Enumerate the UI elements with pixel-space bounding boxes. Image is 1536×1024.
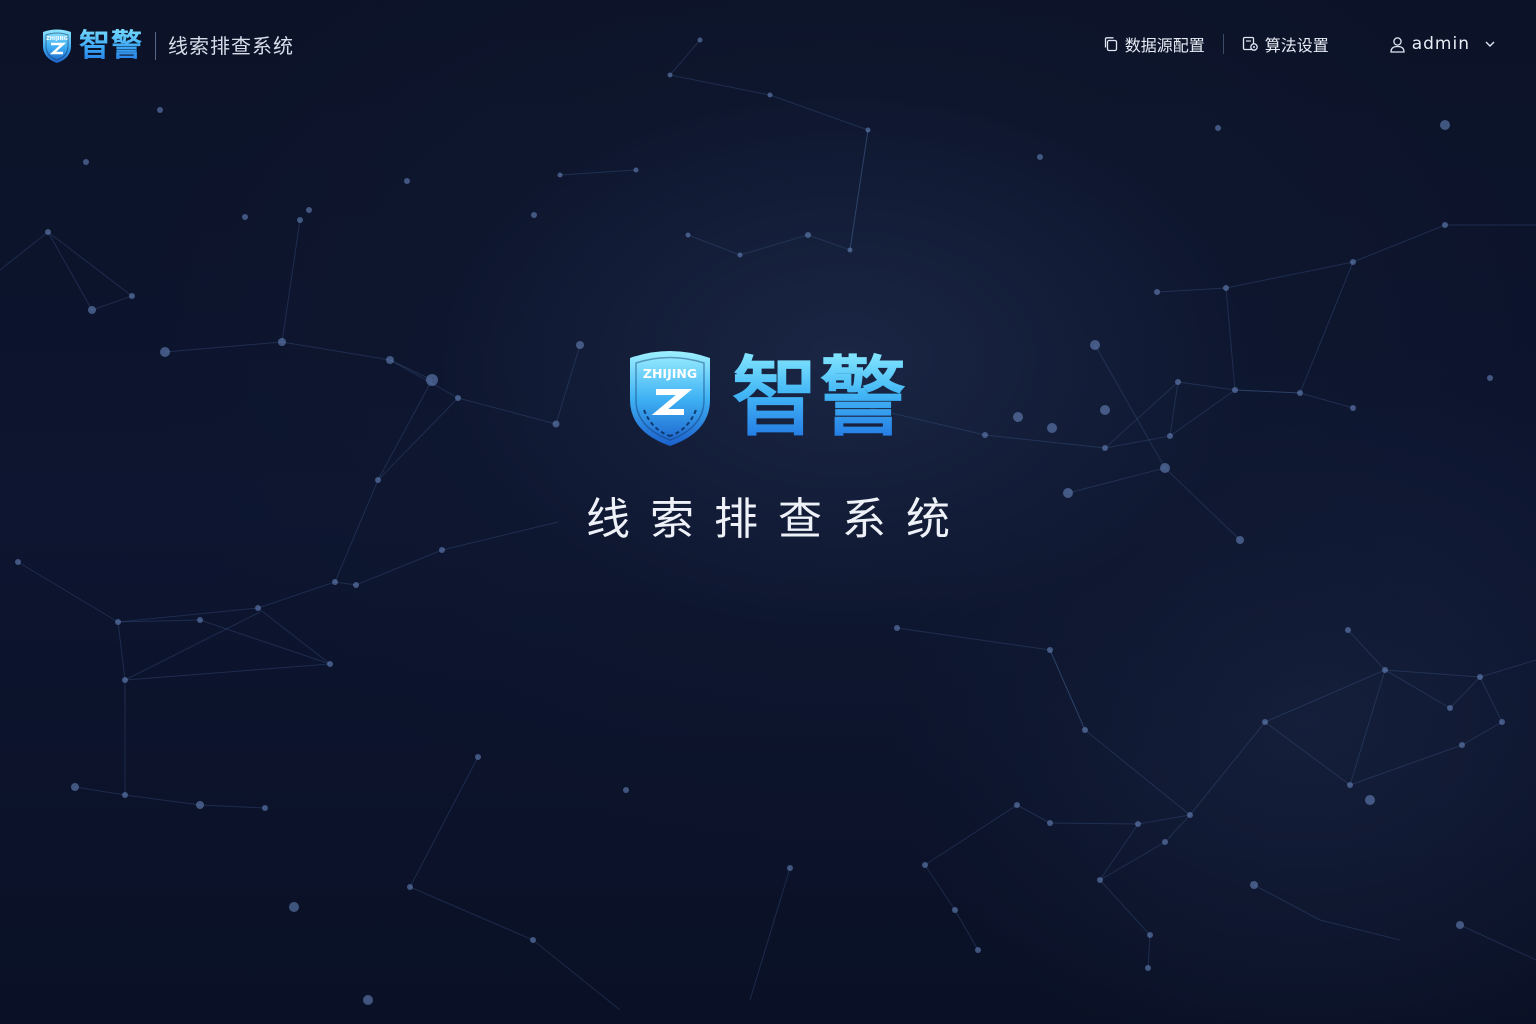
chevron-down-icon[interactable]: [1484, 40, 1496, 48]
nav-algorithm-settings[interactable]: 算法设置: [1242, 32, 1329, 56]
top-nav: 数据源配置 算法设置 admin: [1103, 30, 1496, 58]
nav-data-source-label: 数据源配置: [1124, 36, 1205, 55]
brand-logo[interactable]: ZHIJING 智警 线索排查系统: [40, 26, 294, 66]
svg-text:ZHIJING: ZHIJING: [46, 36, 68, 42]
algorithm-settings-icon: [1242, 36, 1258, 51]
user-icon: [1390, 36, 1405, 53]
hero-logo: ZHIJING 智警: [626, 348, 908, 448]
zhijing-shield-icon: ZHIJING: [43, 29, 71, 63]
hero-brand-name: 智警: [732, 348, 908, 448]
app-background: ZHIJING 智警 线索排查系统 数据源配置 算法设置 admin ZHIJI…: [0, 0, 1536, 1024]
nav-divider: [1222, 34, 1224, 54]
hero-section: ZHIJING 智警 线索排查系统: [0, 348, 1536, 546]
brand-subtitle: 线索排查系统: [168, 34, 294, 58]
username: admin: [1411, 34, 1470, 54]
top-header: ZHIJING 智警 线索排查系统 数据源配置 算法设置 admin: [0, 0, 1536, 90]
zhijing-shield-emblem-icon: ZHIJING: [630, 351, 710, 446]
svg-text:ZHIJING: ZHIJING: [643, 366, 697, 381]
data-source-icon: [1104, 37, 1117, 52]
nav-algorithm-settings-label: 算法设置: [1264, 36, 1329, 55]
user-menu[interactable]: admin: [1389, 34, 1496, 54]
brand-divider: [155, 32, 156, 60]
brand-name: 智警: [79, 28, 143, 64]
nav-data-source-config[interactable]: 数据源配置: [1103, 32, 1205, 56]
hero-system-title: 线索排查系统: [586, 494, 970, 545]
